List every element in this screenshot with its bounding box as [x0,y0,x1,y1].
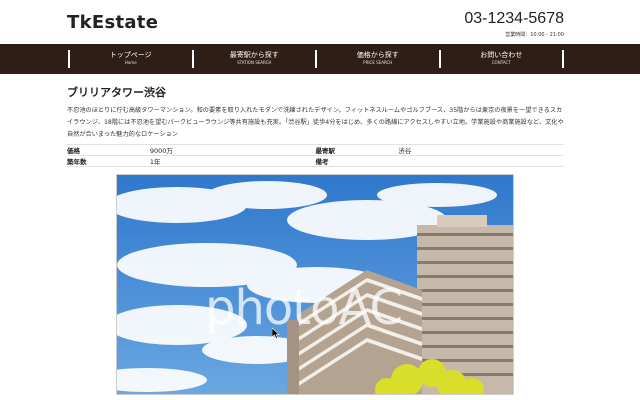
nav-item-label: 価格から探す [356,51,399,59]
building-age-label: 築年数 [67,155,150,167]
price-label: 価格 [67,144,150,156]
nav-item-home[interactable]: トップページ Home [68,50,194,68]
nav-item-contact[interactable]: お問い合わせ CONTACT [441,50,564,68]
table-row: 築年数 1年 備考 [67,155,564,167]
mouse-cursor-icon [272,328,280,339]
property-photo: photoAC [116,174,514,395]
table-row: 価格 9000万 最寄駅 渋谷 [67,144,564,156]
station-value: 渋谷 [398,144,564,156]
photo-watermark: photoAC [205,280,403,336]
station-label: 最寄駅 [315,144,399,156]
notes-label: 備考 [315,155,399,167]
nav-item-sublabel: Home [124,60,137,65]
site-header: TkEstate 03-1234-5678 営業時間：10:00 - 21:00 [0,0,640,44]
nav-item-price-search[interactable]: 価格から探す PRICE SEARCH [317,50,441,68]
notes-value [398,155,564,167]
phone-number: 03-1234-5678 [464,10,564,27]
main-nav: トップページ Home 最寄駅から探す STATION SEARCH 価格から探… [0,44,640,74]
property-title: ブリリアタワー渋谷 [67,86,166,99]
nav-item-label: トップページ [109,51,152,59]
price-value: 9000万 [149,144,316,156]
nav-item-label: 最寄駅から探す [229,51,279,59]
nav-item-station-search[interactable]: 最寄駅から探す STATION SEARCH [194,50,317,68]
nav-item-sublabel: CONTACT [491,60,511,65]
building-age-value: 1年 [149,155,316,167]
nav-item-sublabel: STATION SEARCH [237,60,272,65]
business-hours: 営業時間：10:00 - 21:00 [505,32,564,38]
site-logo[interactable]: TkEstate [67,12,158,33]
property-description: 不忍池のほとりに佇む高級タワーマンション。和の要素を取り入れたモダンで洗練された… [67,107,564,138]
property-specs-table: 価格 9000万 最寄駅 渋谷 築年数 1年 備考 [67,144,564,167]
nav-item-label: お問い合わせ [480,51,523,59]
nav-item-sublabel: PRICE SEARCH [363,60,393,65]
